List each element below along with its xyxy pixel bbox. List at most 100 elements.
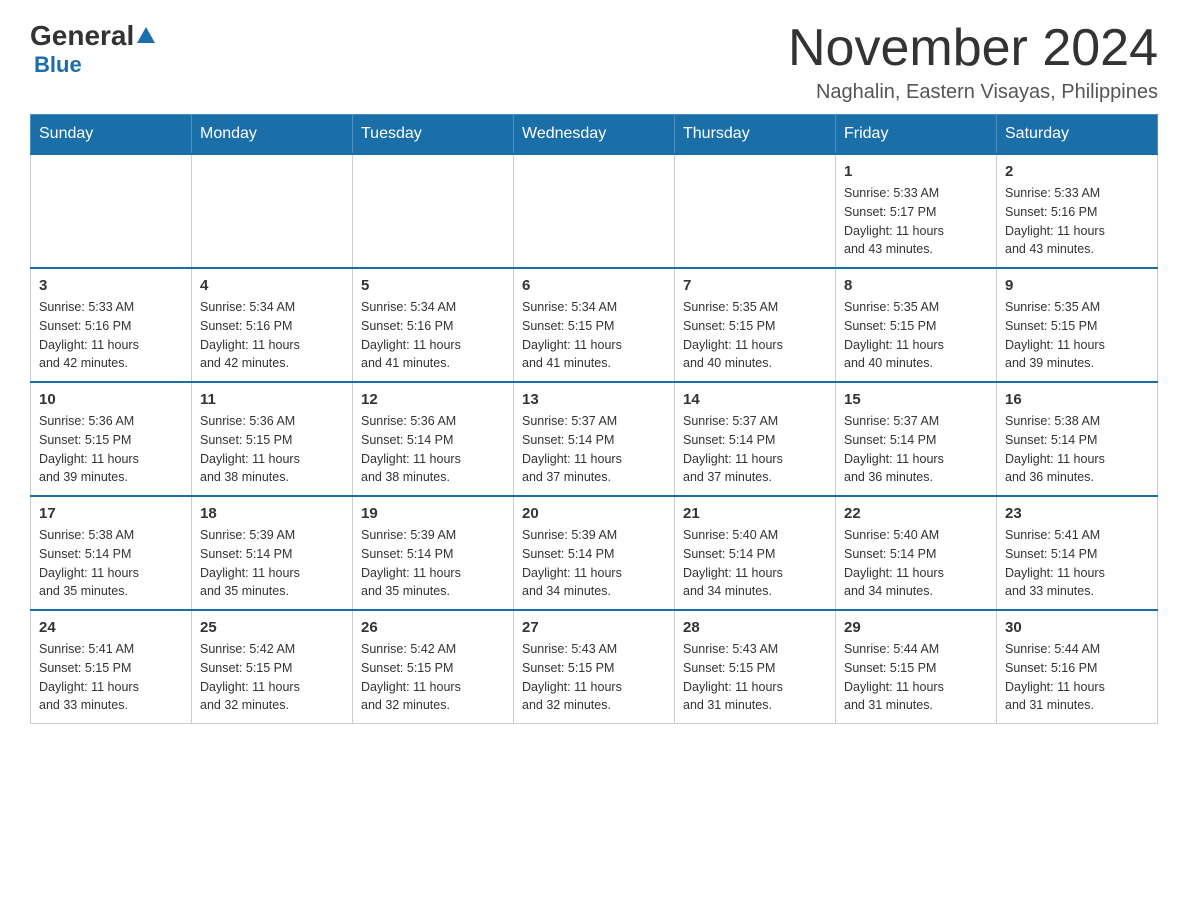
calendar-cell: 5 Sunrise: 5:34 AMSunset: 5:16 PMDaylight… bbox=[353, 268, 514, 382]
calendar-cell: 12Sunrise: 5:36 AMSunset: 5:14 PMDayligh… bbox=[353, 382, 514, 496]
calendar-cell: 11 Sunrise: 5:36 AMSunset: 5:15 PMDayligh… bbox=[192, 382, 353, 496]
day-info: Sunrise: 5:42 AMSunset: 5:15 PMDaylight:… bbox=[200, 640, 344, 715]
day-info: Sunrise: 5:34 AMSunset: 5:16 PMDaylight:… bbox=[200, 298, 344, 373]
calendar-cell: 28Sunrise: 5:43 AMSunset: 5:15 PMDayligh… bbox=[675, 610, 836, 724]
weekday-header-wednesday: Wednesday bbox=[514, 115, 675, 155]
weekday-header-friday: Friday bbox=[836, 115, 997, 155]
calendar-cell: 24 Sunrise: 5:41 AMSunset: 5:15 PMDayligh… bbox=[31, 610, 192, 724]
calendar-week-1: 1Sunrise: 5:33 AMSunset: 5:17 PMDaylight… bbox=[31, 154, 1158, 268]
day-number: 11 bbox=[200, 391, 344, 408]
calendar-week-3: 10 Sunrise: 5:36 AMSunset: 5:15 PMDayligh… bbox=[31, 382, 1158, 496]
calendar-cell: 19Sunrise: 5:39 AMSunset: 5:14 PMDayligh… bbox=[353, 496, 514, 610]
weekday-header-saturday: Saturday bbox=[997, 115, 1158, 155]
calendar-cell: 6Sunrise: 5:34 AMSunset: 5:15 PMDaylight… bbox=[514, 268, 675, 382]
logo-blue-text: Blue bbox=[34, 52, 82, 78]
calendar-cell: 20 Sunrise: 5:39 AMSunset: 5:14 PMDayligh… bbox=[514, 496, 675, 610]
day-number: 23 bbox=[1005, 505, 1149, 522]
day-info: Sunrise: 5:38 AMSunset: 5:14 PMDaylight:… bbox=[1005, 412, 1149, 487]
day-number: 3 bbox=[39, 277, 183, 294]
calendar-cell: 2 Sunrise: 5:33 AMSunset: 5:16 PMDaylight… bbox=[997, 154, 1158, 268]
calendar-cell: 15 Sunrise: 5:37 AMSunset: 5:14 PMDayligh… bbox=[836, 382, 997, 496]
day-number: 13 bbox=[522, 391, 666, 408]
day-info: Sunrise: 5:36 AMSunset: 5:15 PMDaylight:… bbox=[200, 412, 344, 487]
day-info: Sunrise: 5:36 AMSunset: 5:15 PMDaylight:… bbox=[39, 412, 183, 487]
calendar-cell: 22 Sunrise: 5:40 AMSunset: 5:14 PMDayligh… bbox=[836, 496, 997, 610]
weekday-header-monday: Monday bbox=[192, 115, 353, 155]
day-info: Sunrise: 5:35 AMSunset: 5:15 PMDaylight:… bbox=[844, 298, 988, 373]
calendar-cell: 13Sunrise: 5:37 AMSunset: 5:14 PMDayligh… bbox=[514, 382, 675, 496]
calendar-cell bbox=[192, 154, 353, 268]
page-header: General Blue November 2024 Naghalin, Eas… bbox=[30, 20, 1158, 104]
day-info: Sunrise: 5:41 AMSunset: 5:15 PMDaylight:… bbox=[39, 640, 183, 715]
calendar-week-5: 24 Sunrise: 5:41 AMSunset: 5:15 PMDayligh… bbox=[31, 610, 1158, 724]
day-info: Sunrise: 5:38 AMSunset: 5:14 PMDaylight:… bbox=[39, 526, 183, 601]
day-info: Sunrise: 5:41 AMSunset: 5:14 PMDaylight:… bbox=[1005, 526, 1149, 601]
day-number: 2 bbox=[1005, 163, 1149, 180]
calendar-cell: 17 Sunrise: 5:38 AMSunset: 5:14 PMDayligh… bbox=[31, 496, 192, 610]
day-number: 16 bbox=[1005, 391, 1149, 408]
day-number: 25 bbox=[200, 619, 344, 636]
weekday-header-sunday: Sunday bbox=[31, 115, 192, 155]
calendar-cell: 10 Sunrise: 5:36 AMSunset: 5:15 PMDayligh… bbox=[31, 382, 192, 496]
day-number: 7 bbox=[683, 277, 827, 294]
weekday-header-thursday: Thursday bbox=[675, 115, 836, 155]
calendar-cell bbox=[675, 154, 836, 268]
weekday-header-tuesday: Tuesday bbox=[353, 115, 514, 155]
day-number: 14 bbox=[683, 391, 827, 408]
day-info: Sunrise: 5:34 AMSunset: 5:16 PMDaylight:… bbox=[361, 298, 505, 373]
calendar-cell: 7 Sunrise: 5:35 AMSunset: 5:15 PMDaylight… bbox=[675, 268, 836, 382]
calendar-week-4: 17 Sunrise: 5:38 AMSunset: 5:14 PMDayligh… bbox=[31, 496, 1158, 610]
calendar-cell: 30 Sunrise: 5:44 AMSunset: 5:16 PMDayligh… bbox=[997, 610, 1158, 724]
day-number: 10 bbox=[39, 391, 183, 408]
logo-icon bbox=[134, 25, 158, 47]
day-info: Sunrise: 5:35 AMSunset: 5:15 PMDaylight:… bbox=[1005, 298, 1149, 373]
logo: General Blue bbox=[30, 20, 158, 78]
calendar-week-2: 3 Sunrise: 5:33 AMSunset: 5:16 PMDaylight… bbox=[31, 268, 1158, 382]
day-info: Sunrise: 5:33 AMSunset: 5:16 PMDaylight:… bbox=[1005, 184, 1149, 259]
day-number: 26 bbox=[361, 619, 505, 636]
day-number: 28 bbox=[683, 619, 827, 636]
calendar-cell: 25 Sunrise: 5:42 AMSunset: 5:15 PMDayligh… bbox=[192, 610, 353, 724]
calendar-cell bbox=[31, 154, 192, 268]
day-number: 29 bbox=[844, 619, 988, 636]
calendar-cell: 21Sunrise: 5:40 AMSunset: 5:14 PMDayligh… bbox=[675, 496, 836, 610]
day-number: 18 bbox=[200, 505, 344, 522]
calendar-cell: 3 Sunrise: 5:33 AMSunset: 5:16 PMDaylight… bbox=[31, 268, 192, 382]
day-number: 15 bbox=[844, 391, 988, 408]
day-info: Sunrise: 5:39 AMSunset: 5:14 PMDaylight:… bbox=[361, 526, 505, 601]
day-info: Sunrise: 5:39 AMSunset: 5:14 PMDaylight:… bbox=[522, 526, 666, 601]
day-number: 30 bbox=[1005, 619, 1149, 636]
calendar-cell: 14 Sunrise: 5:37 AMSunset: 5:14 PMDayligh… bbox=[675, 382, 836, 496]
day-info: Sunrise: 5:40 AMSunset: 5:14 PMDaylight:… bbox=[844, 526, 988, 601]
day-info: Sunrise: 5:39 AMSunset: 5:14 PMDaylight:… bbox=[200, 526, 344, 601]
day-info: Sunrise: 5:44 AMSunset: 5:15 PMDaylight:… bbox=[844, 640, 988, 715]
day-info: Sunrise: 5:35 AMSunset: 5:15 PMDaylight:… bbox=[683, 298, 827, 373]
day-info: Sunrise: 5:33 AMSunset: 5:17 PMDaylight:… bbox=[844, 184, 988, 259]
calendar-cell: 23 Sunrise: 5:41 AMSunset: 5:14 PMDayligh… bbox=[997, 496, 1158, 610]
logo-general-text: General bbox=[30, 20, 134, 52]
calendar-cell: 9 Sunrise: 5:35 AMSunset: 5:15 PMDaylight… bbox=[997, 268, 1158, 382]
day-info: Sunrise: 5:44 AMSunset: 5:16 PMDaylight:… bbox=[1005, 640, 1149, 715]
day-number: 27 bbox=[522, 619, 666, 636]
day-info: Sunrise: 5:37 AMSunset: 5:14 PMDaylight:… bbox=[683, 412, 827, 487]
day-number: 17 bbox=[39, 505, 183, 522]
calendar-cell bbox=[353, 154, 514, 268]
day-number: 20 bbox=[522, 505, 666, 522]
day-number: 8 bbox=[844, 277, 988, 294]
calendar-cell: 1Sunrise: 5:33 AMSunset: 5:17 PMDaylight… bbox=[836, 154, 997, 268]
day-number: 21 bbox=[683, 505, 827, 522]
day-number: 24 bbox=[39, 619, 183, 636]
calendar-cell: 4 Sunrise: 5:34 AMSunset: 5:16 PMDaylight… bbox=[192, 268, 353, 382]
weekday-header-row: SundayMondayTuesdayWednesdayThursdayFrid… bbox=[31, 115, 1158, 155]
calendar-cell: 29 Sunrise: 5:44 AMSunset: 5:15 PMDayligh… bbox=[836, 610, 997, 724]
day-number: 4 bbox=[200, 277, 344, 294]
day-number: 12 bbox=[361, 391, 505, 408]
day-info: Sunrise: 5:33 AMSunset: 5:16 PMDaylight:… bbox=[39, 298, 183, 373]
day-number: 9 bbox=[1005, 277, 1149, 294]
calendar-cell: 8 Sunrise: 5:35 AMSunset: 5:15 PMDaylight… bbox=[836, 268, 997, 382]
day-number: 5 bbox=[361, 277, 505, 294]
day-number: 22 bbox=[844, 505, 988, 522]
calendar-table: SundayMondayTuesdayWednesdayThursdayFrid… bbox=[30, 114, 1158, 724]
day-info: Sunrise: 5:37 AMSunset: 5:14 PMDaylight:… bbox=[844, 412, 988, 487]
calendar-cell: 26Sunrise: 5:42 AMSunset: 5:15 PMDayligh… bbox=[353, 610, 514, 724]
